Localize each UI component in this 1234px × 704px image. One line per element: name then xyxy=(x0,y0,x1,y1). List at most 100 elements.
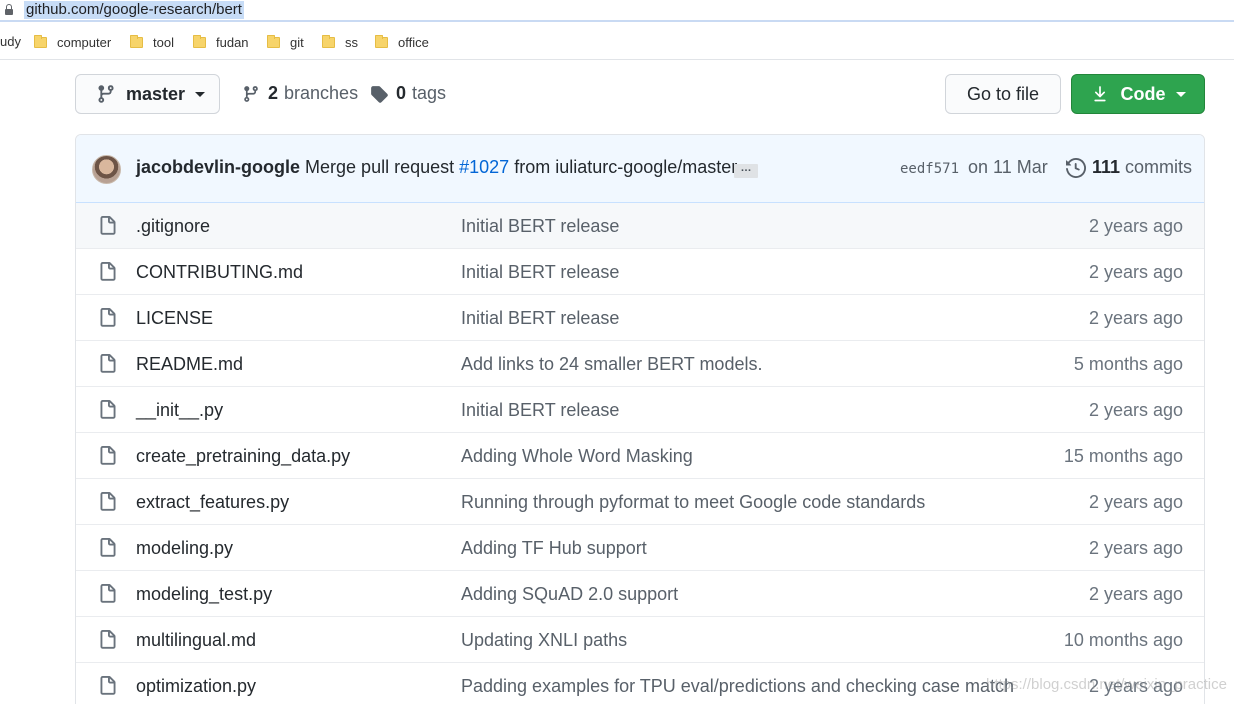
file-commit-message[interactable]: Running through pyformat to meet Google … xyxy=(461,492,925,513)
commit-author[interactable]: jacobdevlin-google xyxy=(136,157,300,177)
file-name-link[interactable]: multilingual.md xyxy=(136,630,256,651)
file-icon xyxy=(98,308,118,333)
file-commit-message[interactable]: Adding TF Hub support xyxy=(461,538,647,559)
file-icon xyxy=(98,262,118,287)
file-icon xyxy=(98,676,118,701)
bookmark-office[interactable]: office xyxy=(375,33,429,51)
go-to-file-button[interactable]: Go to file xyxy=(945,74,1061,114)
chevron-down-icon xyxy=(195,91,206,97)
file-row[interactable]: multilingual.md Updating XNLI paths 10 mon… xyxy=(76,617,1204,663)
file-commit-message[interactable]: Updating XNLI paths xyxy=(461,630,627,651)
file-name-link[interactable]: __init__.py xyxy=(136,400,223,421)
bookmark-label: office xyxy=(398,34,429,50)
file-age: 2 years ago xyxy=(1088,308,1183,328)
watermark: https://blog.csdn.net/weixin_practice xyxy=(986,676,1227,693)
git-branch-icon xyxy=(98,85,114,103)
file-name-link[interactable]: README.md xyxy=(136,354,243,375)
folder-icon xyxy=(267,34,280,48)
commit-message-post[interactable]: from iuliaturc-google/master xyxy=(514,157,737,177)
file-age: 10 months ago xyxy=(1063,630,1183,650)
bookmark-computer[interactable]: computer xyxy=(34,33,111,51)
file-name-link[interactable]: modeling.py xyxy=(136,538,233,559)
branch-select-button[interactable]: master xyxy=(75,74,220,114)
tags-count: 0 xyxy=(396,83,407,103)
file-name-link[interactable]: modeling_test.py xyxy=(136,584,272,605)
branches-link[interactable]: 2 branches xyxy=(242,83,358,104)
file-commit-message[interactable]: Initial BERT release xyxy=(461,308,619,329)
file-row[interactable]: modeling.py Adding TF Hub support 2 years … xyxy=(76,525,1204,571)
file-icon xyxy=(98,216,118,241)
file-row[interactable]: CONTRIBUTING.md Initial BERT release 2 yea… xyxy=(76,249,1204,295)
expand-commit-button[interactable]: … xyxy=(734,163,758,178)
file-row[interactable]: README.md Add links to 24 smaller BERT mo… xyxy=(76,341,1204,387)
download-icon xyxy=(1093,86,1106,102)
bookmark-ss[interactable]: ss xyxy=(322,33,358,51)
pull-request-link[interactable]: #1027 xyxy=(459,157,509,177)
history-icon xyxy=(1066,157,1086,178)
file-commit-message[interactable]: Initial BERT release xyxy=(461,216,619,237)
commit-summary: jacobdevlin-google Merge pull request #1… xyxy=(136,157,737,178)
git-branch-icon xyxy=(244,85,258,102)
file-row[interactable]: create_pretraining_data.py Adding Whole W… xyxy=(76,433,1204,479)
tags-link[interactable]: 0 tags xyxy=(370,83,446,104)
file-commit-message[interactable]: Adding SQuAD 2.0 support xyxy=(461,584,678,605)
file-row[interactable]: .gitignore Initial BERT release 2 years ag… xyxy=(76,203,1204,249)
bookmark-partial[interactable]: udy xyxy=(0,34,21,49)
file-name-link[interactable]: create_pretraining_data.py xyxy=(136,446,350,467)
file-row[interactable]: modeling_test.py Adding SQuAD 2.0 support… xyxy=(76,571,1204,617)
file-list-box: jacobdevlin-google Merge pull request #1… xyxy=(75,134,1205,704)
code-button-label: Code xyxy=(1120,83,1166,104)
file-age: 2 years ago xyxy=(1088,400,1183,420)
file-commit-message[interactable]: Initial BERT release xyxy=(461,262,619,283)
commit-sha[interactable]: eedf571 xyxy=(900,161,959,177)
file-name-link[interactable]: LICENSE xyxy=(136,308,213,329)
chevron-down-icon xyxy=(1175,91,1186,97)
commit-message-pre[interactable]: Merge pull request xyxy=(305,157,454,177)
avatar[interactable] xyxy=(92,155,121,184)
file-age: 15 months ago xyxy=(1063,446,1183,466)
file-name-link[interactable]: CONTRIBUTING.md xyxy=(136,262,303,283)
latest-commit-bar: jacobdevlin-google Merge pull request #1… xyxy=(76,135,1204,203)
file-name-link[interactable]: .gitignore xyxy=(136,216,210,237)
file-age: 2 years ago xyxy=(1088,584,1183,604)
folder-icon xyxy=(322,34,335,48)
bookmark-label: computer xyxy=(57,34,112,50)
file-icon xyxy=(98,446,118,471)
file-age: 2 years ago xyxy=(1088,216,1183,236)
file-commit-message[interactable]: Padding examples for TPU eval/prediction… xyxy=(461,676,1014,697)
url-text[interactable]: github.com/google-research/bert xyxy=(24,1,244,19)
bookmarks-bar: udy computer tool fudan git ss office xyxy=(0,24,1234,60)
file-row[interactable]: extract_features.py Running through pyfor… xyxy=(76,479,1204,525)
file-age: 2 years ago xyxy=(1088,262,1183,282)
file-icon xyxy=(98,538,118,563)
bookmark-label: tool xyxy=(153,34,174,50)
bookmark-tool[interactable]: tool xyxy=(130,33,174,51)
commits-link[interactable]: 111 commits xyxy=(1066,157,1192,178)
bookmark-fudan[interactable]: fudan xyxy=(193,33,249,51)
file-row[interactable]: __init__.py Initial BERT release 2 years a… xyxy=(76,387,1204,433)
bookmark-label: ss xyxy=(345,34,358,50)
file-age: 2 years ago xyxy=(1088,492,1183,512)
file-commit-message[interactable]: Adding Whole Word Masking xyxy=(461,446,693,467)
file-name-link[interactable]: optimization.py xyxy=(136,676,256,697)
folder-icon xyxy=(375,34,388,48)
file-commit-message[interactable]: Initial BERT release xyxy=(461,400,619,421)
commits-count: 111 xyxy=(1092,157,1121,177)
tags-label: tags xyxy=(412,83,447,103)
file-commit-message[interactable]: Add links to 24 smaller BERT models. xyxy=(461,354,762,375)
bookmark-git[interactable]: git xyxy=(267,33,304,51)
file-icon xyxy=(98,492,118,517)
address-bar[interactable]: github.com/google-research/bert xyxy=(0,0,1234,22)
file-name-link[interactable]: extract_features.py xyxy=(136,492,289,513)
folder-icon xyxy=(130,34,143,48)
file-age: 5 months ago xyxy=(1073,354,1183,374)
bookmark-label: fudan xyxy=(216,34,249,50)
file-age: 2 years ago xyxy=(1088,538,1183,558)
file-icon xyxy=(98,354,118,379)
folder-icon xyxy=(193,34,206,48)
file-row[interactable]: LICENSE Initial BERT release 2 years ago xyxy=(76,295,1204,341)
folder-icon xyxy=(34,34,47,48)
code-button[interactable]: Code xyxy=(1071,74,1205,114)
commit-date: on 11 Mar xyxy=(968,157,1048,177)
bookmark-label: git xyxy=(290,34,304,50)
